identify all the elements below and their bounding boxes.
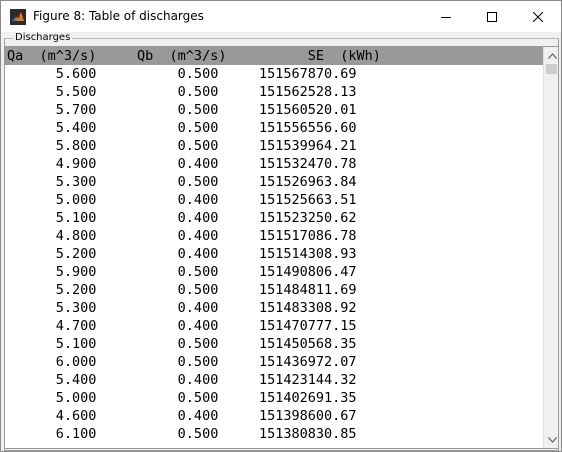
table-row[interactable]: 5.500 0.500 151562528.13 bbox=[5, 83, 543, 101]
title-bar[interactable]: Figure 8: Table of discharges bbox=[1, 1, 561, 32]
table-body: 5.600 0.500 151567870.69 5.500 0.500 151… bbox=[5, 65, 543, 448]
minimize-button[interactable] bbox=[423, 1, 469, 32]
table-row-text: 4.700 0.400 151470777.15 bbox=[7, 318, 357, 334]
table-row[interactable]: 5.200 0.400 151514308.93 bbox=[5, 245, 543, 263]
table-row[interactable]: 6.100 0.500 151380830.85 bbox=[5, 425, 543, 443]
table-row-text: 5.100 0.400 151523250.62 bbox=[7, 210, 357, 226]
table-row-text: 5.400 0.400 151423144.32 bbox=[7, 372, 357, 388]
table-row[interactable]: 5.000 0.400 151525663.51 bbox=[5, 191, 543, 209]
minimize-icon bbox=[441, 16, 451, 18]
chevron-up-icon bbox=[547, 52, 557, 59]
maximize-button[interactable] bbox=[469, 1, 515, 32]
scroll-up-button[interactable] bbox=[544, 47, 558, 64]
table-row[interactable]: 5.400 0.400 151423144.32 bbox=[5, 371, 543, 389]
table-row[interactable]: 5.300 0.400 151483308.92 bbox=[5, 299, 543, 317]
panel-title: Discharges bbox=[13, 32, 73, 44]
maximize-icon bbox=[487, 11, 497, 22]
matlab-figure-icon bbox=[10, 9, 26, 25]
table-row[interactable]: 4.600 0.400 151398600.67 bbox=[5, 407, 543, 425]
chevron-down-icon bbox=[547, 436, 557, 443]
table-row-text: 5.400 0.500 151556556.60 bbox=[7, 120, 357, 136]
table-row[interactable]: 4.700 0.400 151470777.15 bbox=[5, 317, 543, 335]
table-row-text: 5.500 0.500 151562528.13 bbox=[7, 84, 357, 100]
scroll-thumb[interactable] bbox=[546, 64, 557, 74]
table-row-text: 6.100 0.500 151380830.85 bbox=[7, 426, 357, 442]
window-title: Figure 8: Table of discharges bbox=[33, 9, 204, 23]
table-row-text: 5.300 0.500 151526963.84 bbox=[7, 174, 357, 190]
scroll-down-button[interactable] bbox=[544, 431, 558, 448]
close-button[interactable] bbox=[515, 1, 561, 32]
table-header-text: Qa (m^3/s) Qb (m^3/s) SE (kWh) bbox=[7, 48, 381, 64]
table-row[interactable]: 4.900 0.400 151532470.78 bbox=[5, 155, 543, 173]
table-row[interactable]: 5.900 0.500 151490806.47 bbox=[5, 263, 543, 281]
table-row-text: 6.000 0.500 151436972.07 bbox=[7, 354, 357, 370]
table-header-row[interactable]: Qa (m^3/s) Qb (m^3/s) SE (kWh) bbox=[5, 47, 543, 65]
table-row[interactable]: 6.000 0.500 151436972.07 bbox=[5, 353, 543, 371]
table-row-text: 4.600 0.400 151398600.67 bbox=[7, 408, 357, 424]
figure-window: Figure 8: Table of discharges Discharges… bbox=[0, 0, 562, 452]
table-row-text: 5.000 0.400 151525663.51 bbox=[7, 192, 357, 208]
table-row-text: 5.200 0.400 151514308.93 bbox=[7, 246, 357, 262]
table-row-text: 5.600 0.500 151567870.69 bbox=[7, 66, 357, 82]
table-row[interactable]: 5.800 0.500 151539964.21 bbox=[5, 137, 543, 155]
table-row[interactable]: 5.000 0.500 151402691.35 bbox=[5, 389, 543, 407]
table-row[interactable]: 5.700 0.500 151560520.01 bbox=[5, 101, 543, 119]
table-row[interactable]: 5.300 0.500 151526963.84 bbox=[5, 173, 543, 191]
table-row-text: 4.900 0.400 151532470.78 bbox=[7, 156, 357, 172]
table-row[interactable]: 4.800 0.400 151517086.78 bbox=[5, 227, 543, 245]
table-row-text: 4.800 0.400 151517086.78 bbox=[7, 228, 357, 244]
table-row-text: 5.800 0.500 151539964.21 bbox=[7, 138, 357, 154]
table-row-text: 5.700 0.500 151560520.01 bbox=[7, 102, 357, 118]
table-row[interactable]: 5.600 0.500 151567870.69 bbox=[5, 65, 543, 83]
table-row[interactable]: 5.200 0.500 151484811.69 bbox=[5, 281, 543, 299]
table-row[interactable]: 5.100 0.500 151450568.35 bbox=[5, 335, 543, 353]
table-row-text: 5.300 0.400 151483308.92 bbox=[7, 300, 357, 316]
close-icon bbox=[533, 11, 543, 22]
table-row-text: 5.000 0.500 151402691.35 bbox=[7, 390, 357, 406]
vertical-scrollbar[interactable] bbox=[543, 47, 558, 448]
table-row-text: 5.900 0.500 151490806.47 bbox=[7, 264, 357, 280]
table-row-text: 5.200 0.500 151484811.69 bbox=[7, 282, 357, 298]
table-row[interactable]: 5.400 0.500 151556556.60 bbox=[5, 119, 543, 137]
table-row[interactable]: 5.100 0.400 151523250.62 bbox=[5, 209, 543, 227]
discharges-listbox[interactable]: Qa (m^3/s) Qb (m^3/s) SE (kWh) 5.600 0.5… bbox=[4, 46, 559, 449]
table-row-text: 5.100 0.500 151450568.35 bbox=[7, 336, 357, 352]
